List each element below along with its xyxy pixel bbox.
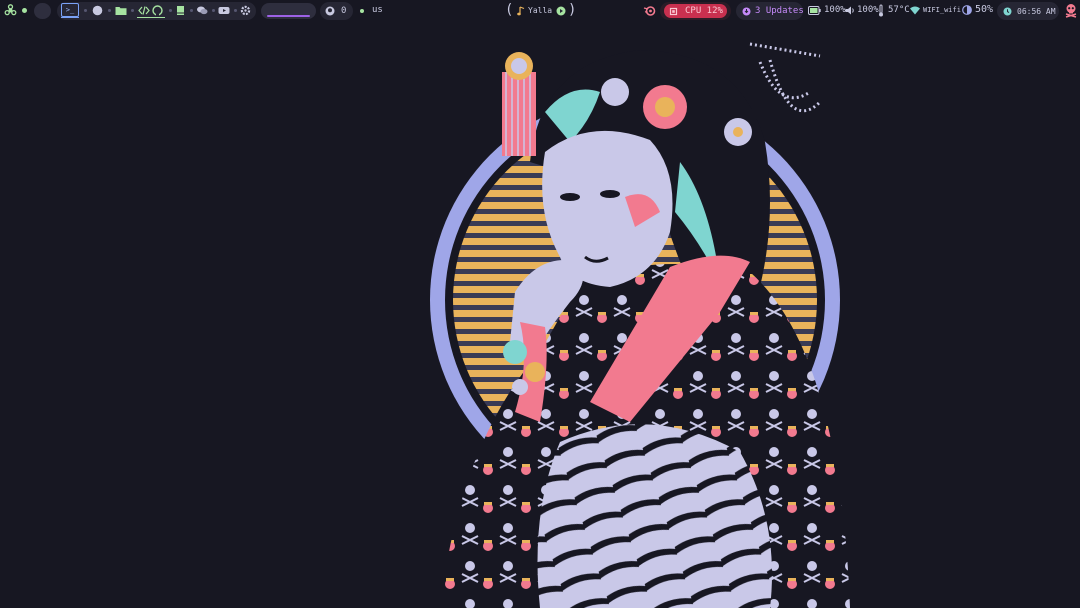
separator-dot xyxy=(190,9,193,12)
separator-dot xyxy=(84,9,87,12)
progress-pill[interactable] xyxy=(261,3,316,19)
wallpaper-artwork xyxy=(430,42,850,608)
update-icon xyxy=(742,7,751,16)
updates-module[interactable]: 3 Updates xyxy=(736,2,804,20)
firefox-icon[interactable] xyxy=(92,5,103,16)
volume-icon xyxy=(845,6,855,15)
workspace-module: >_ xyxy=(57,2,256,20)
clock-module[interactable]: 06:56 AM xyxy=(997,2,1059,20)
code-underline xyxy=(137,17,165,18)
updates-label: 3 Updates xyxy=(755,6,804,16)
music-note-icon xyxy=(517,6,525,16)
terminal-underline xyxy=(61,17,79,18)
media-module[interactable]: ( Yalla ) xyxy=(505,1,577,21)
cpu-module[interactable]: CPU 12% xyxy=(660,2,731,20)
code-icon[interactable] xyxy=(138,5,150,16)
play-icon[interactable] xyxy=(556,6,566,16)
progress-fill xyxy=(267,15,310,17)
cpu-inner: CPU 12% xyxy=(664,4,727,18)
youtube-icon[interactable] xyxy=(218,5,230,16)
clock-icon xyxy=(1003,7,1012,16)
terminal-icon[interactable]: >_ xyxy=(61,3,79,17)
battery-icon xyxy=(808,6,821,15)
separator-dot xyxy=(108,9,111,12)
brightness-icon xyxy=(962,5,972,15)
separator-dot xyxy=(131,9,134,12)
skull-crossbones-icon[interactable] xyxy=(1064,3,1078,18)
battery-label[interactable]: 100% xyxy=(824,5,846,15)
brightness-label[interactable]: 50% xyxy=(975,4,993,15)
paren-right: ) xyxy=(568,2,577,18)
thermometer-icon xyxy=(878,4,884,17)
clock-label: 06:56 AM xyxy=(1017,6,1056,16)
separator-dot xyxy=(234,9,237,12)
media-title: Yalla xyxy=(528,6,553,15)
empty-module[interactable] xyxy=(34,3,51,19)
paren-left: ( xyxy=(505,2,514,18)
notes-icon[interactable] xyxy=(175,5,186,16)
blender-icon[interactable] xyxy=(643,4,656,17)
volume-label[interactable]: 100% xyxy=(857,5,879,15)
status-dot-icon xyxy=(22,8,27,13)
biohazard-icon[interactable] xyxy=(4,4,17,17)
settings-icon[interactable] xyxy=(240,5,251,16)
wifi-label[interactable]: WIFI_wifi xyxy=(923,6,961,14)
cpu-icon xyxy=(669,7,678,16)
wifi-icon xyxy=(910,6,920,15)
github-module[interactable]: 0 xyxy=(320,2,353,20)
separator-dot xyxy=(212,9,215,12)
cpu-label: CPU 12% xyxy=(685,6,723,16)
separator-dot xyxy=(169,9,172,12)
temperature-label[interactable]: 57°C xyxy=(888,5,910,15)
chat-icon[interactable] xyxy=(196,5,208,16)
keyboard-layout[interactable]: us xyxy=(372,5,383,15)
github-icon xyxy=(325,6,335,16)
files-icon[interactable] xyxy=(115,5,127,16)
top-bar: >_ 0 us (Yalla) CPU 12% 3 Updates 100%… xyxy=(0,0,1080,22)
github-count: 0 xyxy=(341,6,347,16)
keyboard-dot-icon xyxy=(360,9,364,13)
github-icon[interactable] xyxy=(152,5,163,16)
